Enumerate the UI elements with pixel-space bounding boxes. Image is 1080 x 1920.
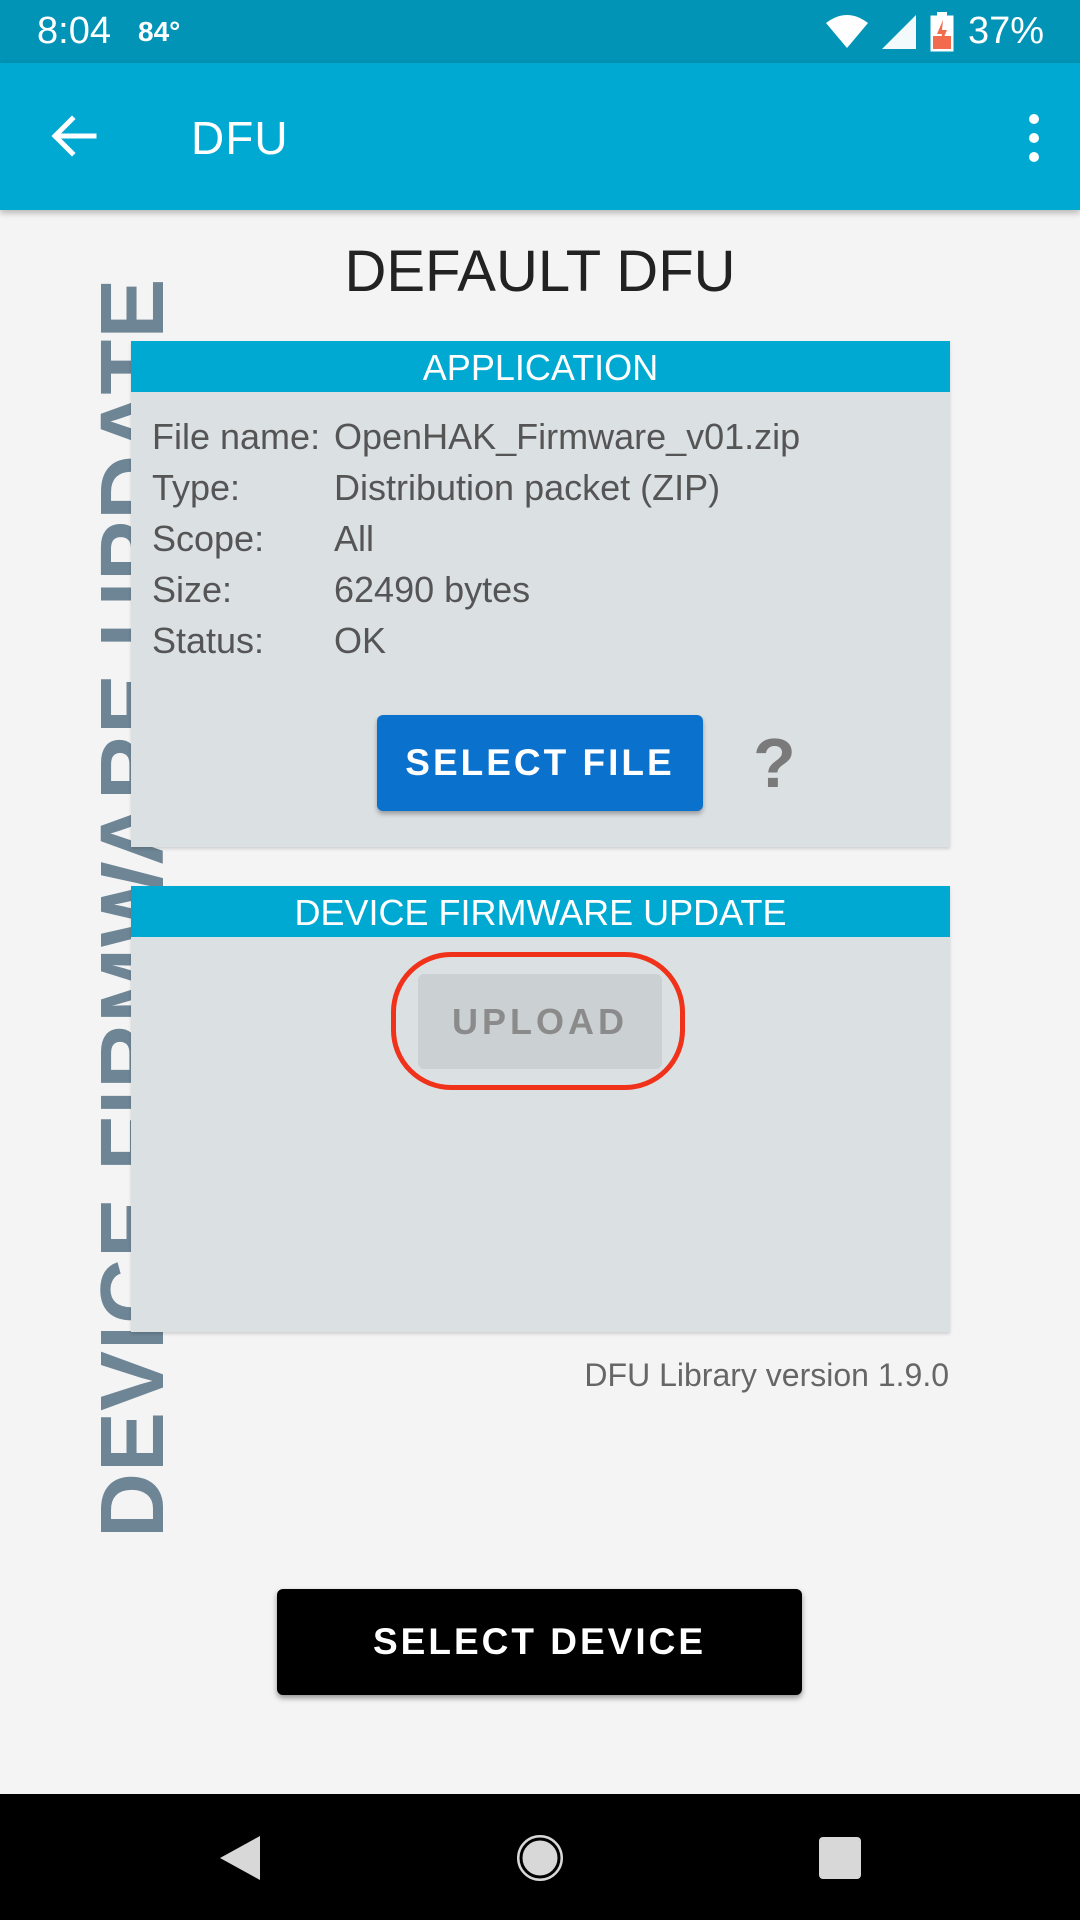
info-value: OK xyxy=(334,620,387,661)
info-value: OpenHAK_Firmware_v01.zip xyxy=(334,416,801,457)
info-row-scope: Scope: All xyxy=(152,518,800,569)
status-temperature: 84° xyxy=(138,16,181,47)
info-row-size: Size: 62490 bytes xyxy=(152,569,800,620)
info-label: Status: xyxy=(152,620,265,661)
dfu-panel: DEVICE FIRMWARE UPDATE UPLOAD xyxy=(131,886,950,1332)
back-arrow-icon[interactable] xyxy=(48,111,98,161)
status-time: 8:04 xyxy=(37,10,111,52)
info-label: Type: xyxy=(152,467,241,508)
status-icons: 37% xyxy=(825,10,1044,53)
help-icon[interactable]: ? xyxy=(753,723,796,803)
library-version: DFU Library version 1.9.0 xyxy=(584,1357,949,1393)
info-value: Distribution packet (ZIP) xyxy=(334,467,721,508)
wifi-icon xyxy=(825,14,868,48)
back-icon[interactable] xyxy=(210,1828,270,1888)
select-file-button[interactable]: SELECT FILE xyxy=(377,715,703,811)
file-info: File name: OpenHAK_Firmware_v01.zip Type… xyxy=(152,416,800,671)
app-bar: DFU xyxy=(0,63,1080,210)
info-value: 62490 bytes xyxy=(334,569,531,610)
recents-icon[interactable] xyxy=(810,1828,870,1888)
upload-button[interactable]: UPLOAD xyxy=(418,974,662,1069)
application-header: APPLICATION xyxy=(131,341,950,392)
info-value: All xyxy=(334,518,375,559)
app-title: DFU xyxy=(191,112,289,164)
page-title: DEFAULT DFU xyxy=(344,239,736,304)
battery-charging-icon xyxy=(930,11,954,51)
info-row-file-name: File name: OpenHAK_Firmware_v01.zip xyxy=(152,416,800,467)
dfu-header: DEVICE FIRMWARE UPDATE xyxy=(131,886,950,937)
info-row-type: Type: Distribution packet (ZIP) xyxy=(152,467,800,518)
signal-icon xyxy=(881,14,916,49)
select-device-button[interactable]: SELECT DEVICE xyxy=(277,1589,802,1695)
info-label: Size: xyxy=(152,569,233,610)
info-row-status: Status: OK xyxy=(152,620,800,671)
application-panel: APPLICATION File name: OpenHAK_Firmware_… xyxy=(131,341,950,847)
info-label: File name: xyxy=(152,416,321,457)
status-bar: 8:04 84° 37% xyxy=(0,0,1080,63)
navigation-bar xyxy=(0,1794,1080,1920)
overflow-menu-icon[interactable] xyxy=(1024,113,1044,163)
info-label: Scope: xyxy=(152,518,265,559)
home-icon[interactable] xyxy=(510,1828,570,1888)
battery-percent: 37% xyxy=(967,10,1044,52)
